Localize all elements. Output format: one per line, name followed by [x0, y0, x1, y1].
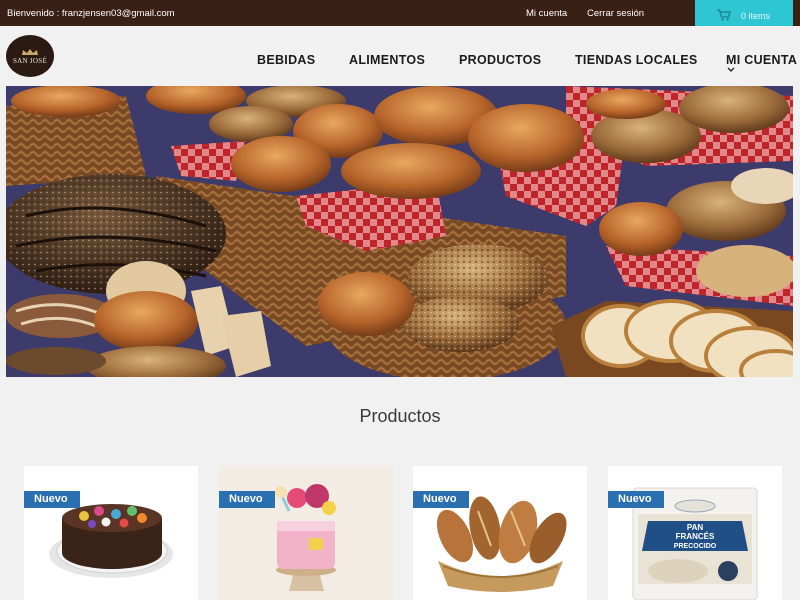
- brand-logo[interactable]: SAN JOSÉ: [6, 35, 54, 77]
- main-header: SAN JOSÉ BEBIDAS ALIMENTOS PRODUCTOS TIE…: [0, 26, 800, 86]
- package-line1: PAN: [687, 523, 704, 532]
- chevron-down-icon[interactable]: [727, 67, 735, 72]
- product-image-cake-chocolate: [49, 504, 173, 578]
- product-card[interactable]: PAN FRANCÉS PRECOCIDO Nuevo: [608, 466, 782, 600]
- nav-mi-cuenta[interactable]: MI CUENTA: [726, 53, 797, 67]
- product-card[interactable]: Nuevo: [219, 466, 393, 600]
- package-line2: FRANCÉS: [676, 532, 715, 541]
- package-line3: PRECOCIDO: [674, 543, 717, 550]
- nav-alimentos[interactable]: ALIMENTOS: [349, 53, 425, 67]
- new-badge: Nuevo: [413, 491, 469, 508]
- product-card[interactable]: Nuevo: [24, 466, 198, 600]
- new-badge: Nuevo: [608, 491, 664, 508]
- product-image-cake-pink: [219, 466, 393, 600]
- nav-bebidas[interactable]: BEBIDAS: [257, 53, 315, 67]
- hero-banner-bread: [6, 86, 793, 377]
- new-badge: Nuevo: [219, 491, 275, 508]
- section-title: Productos: [359, 406, 441, 426]
- new-badge: Nuevo: [24, 491, 80, 508]
- hero-bread-image: [6, 86, 793, 377]
- my-account-link[interactable]: Mi cuenta: [526, 8, 567, 19]
- nav-productos[interactable]: PRODUCTOS: [459, 53, 541, 67]
- logout-link[interactable]: Cerrar sesión: [587, 8, 644, 19]
- logo-text: SAN JOSÉ: [12, 56, 48, 65]
- product-image-bread-basket: [436, 496, 567, 592]
- cart-count: 0 items: [741, 11, 771, 21]
- welcome-text: Bienvenido : franzjensen03@gmail.com: [7, 8, 175, 19]
- crown-icon: [22, 48, 38, 55]
- top-bar: Bienvenido : franzjensen03@gmail.com Mi …: [0, 0, 800, 30]
- nav-tiendas-locales[interactable]: TIENDAS LOCALES: [575, 53, 698, 67]
- shopping-cart-icon: [717, 9, 731, 21]
- product-card[interactable]: Nuevo: [413, 466, 587, 600]
- product-image-pan-frances: PAN FRANCÉS PRECOCIDO: [632, 487, 758, 600]
